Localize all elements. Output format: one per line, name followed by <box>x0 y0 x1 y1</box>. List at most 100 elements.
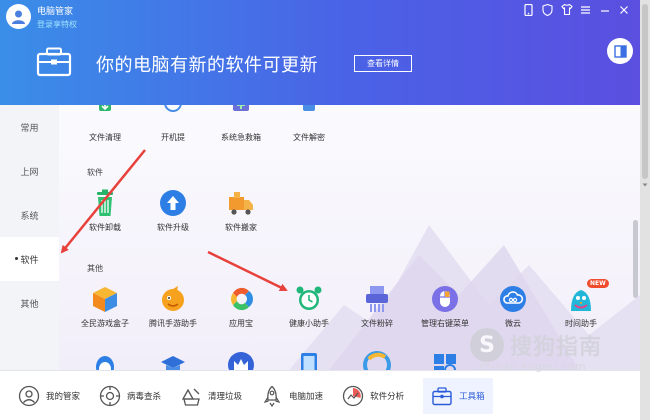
windows-icon <box>434 354 456 370</box>
tool-qq-partial[interactable] <box>69 351 141 370</box>
menu-icon[interactable] <box>579 3 592 16</box>
analysis-icon <box>342 385 364 406</box>
tool-label: 腾讯手游助手 <box>149 319 197 328</box>
penguin-icon <box>96 356 114 370</box>
tool-file-clean[interactable]: 文件清理 <box>69 105 141 143</box>
nav-my-butler[interactable]: 我的管家 <box>18 381 80 411</box>
window-controls <box>522 3 630 16</box>
tool-label: 全民游戏盒子 <box>81 319 129 328</box>
browser-icon <box>363 351 391 370</box>
toolbox-icon <box>432 386 452 405</box>
butler-icon <box>18 385 40 406</box>
nav-label: 我的管家 <box>46 391 81 402</box>
sidebar-item-software[interactable]: 软件 <box>0 237 59 281</box>
tool-upgrade[interactable]: 软件升级 <box>137 189 209 233</box>
sidebar-item-internet[interactable]: 上网 <box>0 149 59 193</box>
update-headline: 你的电脑有新的软件可更新 <box>96 55 318 76</box>
login-link[interactable]: 登录享特权 <box>37 19 77 30</box>
nav-speedup[interactable]: 电脑加速 <box>261 381 323 411</box>
nav-label: 清理垃圾 <box>208 391 243 402</box>
header-banner: 电脑管家 登录享特权 你的电脑有新的软件可更新 查看详情 <box>0 0 640 105</box>
boot-speed-icon <box>164 105 182 112</box>
sidebar: 常用 上网 系统 软件 其他 <box>0 105 59 370</box>
exit-toolbox-button[interactable] <box>607 38 633 64</box>
tool-file-shredder[interactable]: 文件粉碎 <box>341 285 413 329</box>
mouse-icon <box>432 286 458 312</box>
virus-scan-icon <box>99 385 121 406</box>
sidebar-item-system[interactable]: 系统 <box>0 193 59 237</box>
nav-clean-junk[interactable]: 清理垃圾 <box>180 381 242 411</box>
watermark-url: zhinan.sogou.com <box>478 360 587 373</box>
tool-label: 系统急救箱 <box>221 133 261 142</box>
nav-software-analysis[interactable]: 软件分析 <box>342 381 404 411</box>
avatar[interactable] <box>6 4 31 29</box>
cloud-icon <box>500 286 526 312</box>
watermark-text: 搜狗指南 <box>510 335 603 360</box>
rocket-icon <box>263 385 281 407</box>
tool-app-store[interactable]: 应用宝 <box>205 285 277 329</box>
tool-health-assistant[interactable]: 健康小助手 <box>273 285 345 329</box>
nav-label: 软件分析 <box>370 391 405 402</box>
outer-scrollbar[interactable] <box>640 0 650 420</box>
tool-label: 文件解密 <box>293 133 325 142</box>
tool-mobile-game[interactable]: 腾讯手游助手 <box>137 285 209 329</box>
game-box-icon <box>93 287 117 312</box>
tool-label: 文件清理 <box>89 133 121 142</box>
toolbox-icon <box>36 47 72 81</box>
shredder-icon <box>366 286 388 312</box>
tool-label: 软件搬家 <box>225 223 257 232</box>
sidebar-item-common[interactable]: 常用 <box>0 105 59 149</box>
outer-scrollbar-thumb[interactable] <box>642 4 648 179</box>
minimize-icon[interactable] <box>598 3 611 16</box>
sidebar-item-other[interactable]: 其他 <box>0 281 59 325</box>
watermark: S 搜狗指南 <box>470 328 602 362</box>
tool-first-aid[interactable]: 系统急救箱 <box>205 105 277 143</box>
exit-icon <box>613 44 627 58</box>
tool-crown-partial[interactable] <box>205 351 277 370</box>
nav-label: 病毒查杀 <box>127 391 162 402</box>
alarm-clock-icon <box>296 286 322 310</box>
close-icon[interactable] <box>617 3 630 16</box>
bottom-nav: 我的管家 病毒查杀 清理垃圾 电脑加速 软件分析 工具箱 <box>0 370 640 420</box>
app-title: 电脑管家 <box>37 7 74 17</box>
tool-game-box[interactable]: 全民游戏盒子 <box>69 285 141 329</box>
nav-virus-scan[interactable]: 病毒查杀 <box>99 381 161 411</box>
file-decrypt-icon <box>303 105 315 111</box>
tool-weiyun[interactable]: 微云 <box>477 285 549 329</box>
mobile-game-icon <box>162 286 184 311</box>
tool-time-assistant[interactable]: 时间助手 NEW <box>545 279 617 329</box>
first-aid-icon <box>233 105 249 111</box>
tool-label: 开机提 <box>161 133 185 142</box>
move-truck-icon <box>229 192 253 215</box>
tool-uninstall[interactable]: 软件卸载 <box>69 189 141 233</box>
uninstall-icon <box>97 189 113 216</box>
shield-icon[interactable] <box>541 3 554 16</box>
tool-label: 软件升级 <box>157 223 189 232</box>
tool-label: 应用宝 <box>229 319 253 328</box>
tool-file-decrypt[interactable]: 文件解密 <box>273 105 345 143</box>
file-clean-icon <box>99 105 111 111</box>
tool-browser-partial[interactable] <box>341 351 413 370</box>
tool-context-menu[interactable]: 管理右键菜单 <box>409 285 481 329</box>
content-scrollbar[interactable] <box>633 220 638 298</box>
scroll-down-arrow-icon[interactable] <box>642 182 648 188</box>
view-details-button[interactable]: 查看详情 <box>354 55 412 72</box>
phone-icon[interactable] <box>522 3 535 16</box>
shirt-icon[interactable] <box>560 3 573 16</box>
nav-label: 电脑加速 <box>289 391 324 402</box>
user-icon <box>12 10 25 24</box>
crown-icon <box>228 352 254 370</box>
tool-education-partial[interactable] <box>137 351 209 370</box>
nav-label: 工具箱 <box>459 391 485 402</box>
watermark-logo-icon: S <box>470 328 504 362</box>
new-badge: NEW <box>587 279 609 288</box>
section-title-software: 软件 <box>87 168 103 177</box>
tool-boot-speed[interactable]: 开机提 <box>137 105 209 143</box>
app-store-icon <box>231 287 253 311</box>
tool-label: 文件粉碎 <box>361 319 393 328</box>
bird-icon <box>571 290 591 311</box>
nav-toolbox[interactable]: 工具箱 <box>423 377 493 414</box>
tool-move[interactable]: 软件搬家 <box>205 189 277 233</box>
tablet-icon <box>301 353 317 370</box>
tool-tablet-partial[interactable] <box>273 351 345 370</box>
